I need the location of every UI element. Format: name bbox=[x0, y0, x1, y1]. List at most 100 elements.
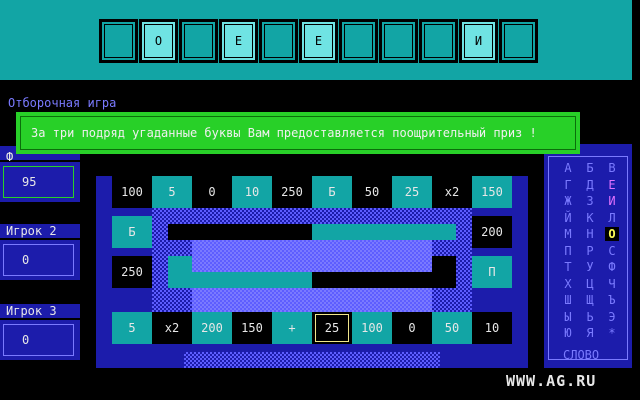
word-tile: О bbox=[139, 19, 178, 63]
word-tile bbox=[419, 19, 458, 63]
word-tile bbox=[339, 19, 378, 63]
letter-key[interactable]: Б bbox=[583, 161, 597, 175]
word-tile bbox=[499, 19, 538, 63]
letter-key[interactable]: Й bbox=[561, 211, 575, 225]
sector-top-value: x2 bbox=[444, 185, 460, 199]
letter-key[interactable]: Ф bbox=[605, 260, 619, 274]
letter-key[interactable]: Н bbox=[583, 227, 597, 241]
letter-key[interactable]: Г bbox=[561, 178, 575, 192]
letter-key[interactable]: Ш bbox=[561, 293, 575, 307]
letter-key[interactable]: Е bbox=[605, 178, 619, 192]
board-slot-f bbox=[168, 272, 312, 288]
player1-score-box: 95 bbox=[0, 162, 80, 202]
letter-key[interactable]: К bbox=[583, 211, 597, 225]
word-option[interactable]: СЛОВО bbox=[563, 348, 599, 362]
sector-bottom-value: 5 bbox=[128, 321, 136, 335]
sector-bottom-value: 100 bbox=[361, 321, 383, 335]
selected-sector-frame bbox=[315, 314, 349, 342]
letter-key[interactable]: А bbox=[561, 161, 575, 175]
sector-right: 200 bbox=[472, 216, 512, 248]
alphabet-grid: А Б В Г Д Е Ж З И Й К Л М Н О П Р С Т У Ф Х Ц Ч Ш Щ Ъ Ы Ь Э Ю Я * СЛОВО bbox=[548, 156, 628, 362]
letter-key[interactable]: Ю bbox=[561, 326, 575, 340]
sector-right-value: П bbox=[488, 265, 496, 279]
sector-top: 25 bbox=[392, 176, 432, 208]
sector-bottom: 150 bbox=[232, 312, 272, 344]
sector-top: 100 bbox=[112, 176, 152, 208]
watermark: WWW.AG.RU bbox=[506, 372, 597, 390]
sector-top-value: 0 bbox=[208, 185, 216, 199]
sector-top: 0 bbox=[192, 176, 232, 208]
sector-left-value: Б bbox=[128, 225, 136, 239]
player2-score: 0 bbox=[3, 244, 74, 276]
sector-top-value: 5 bbox=[168, 185, 176, 199]
letter-key[interactable]: П bbox=[561, 244, 575, 258]
letter-key[interactable]: Ч bbox=[605, 277, 619, 291]
letter-key[interactable]: С bbox=[605, 244, 619, 258]
sector-left: 250 bbox=[112, 256, 152, 288]
sector-bottom-value: x2 bbox=[164, 321, 180, 335]
letter-key[interactable]: И bbox=[605, 194, 619, 208]
sector-bottom: 25 bbox=[312, 312, 352, 344]
sector-left-value: 250 bbox=[121, 265, 143, 279]
letter-key[interactable]: Х bbox=[561, 277, 575, 291]
player3-score-box: 0 bbox=[0, 320, 80, 360]
letter-key[interactable]: Ц bbox=[583, 277, 597, 291]
board-slot-a bbox=[168, 224, 312, 240]
letter-key[interactable]: * bbox=[605, 326, 619, 340]
letter-key[interactable]: У bbox=[583, 260, 597, 274]
word-tile: Е bbox=[299, 19, 338, 63]
player3-label: Игрок 3 bbox=[0, 304, 80, 318]
player3-score: 0 bbox=[3, 324, 74, 356]
sector-right-value: 200 bbox=[481, 225, 503, 239]
sector-top-value: 10 bbox=[244, 185, 260, 199]
letter-key[interactable]: В bbox=[605, 161, 619, 175]
word-tile: И bbox=[459, 19, 498, 63]
sector-top: 5 bbox=[152, 176, 192, 208]
board-top-strip bbox=[184, 208, 440, 224]
word-tile bbox=[259, 19, 298, 63]
player2-score-box: 0 bbox=[0, 240, 80, 280]
message-banner: За три подряд угаданные буквы Вам предос… bbox=[16, 112, 580, 154]
sector-top: 50 bbox=[352, 176, 392, 208]
word-tile bbox=[379, 19, 418, 63]
letter-key[interactable]: М bbox=[561, 227, 575, 241]
sector-right: П bbox=[472, 256, 512, 288]
sector-bottom: 0 bbox=[392, 312, 432, 344]
letter-key[interactable]: Т bbox=[561, 260, 575, 274]
sector-bottom: 50 bbox=[432, 312, 472, 344]
sector-top-value: 50 bbox=[364, 185, 380, 199]
letter-key[interactable]: Ь bbox=[583, 310, 597, 324]
message-text: За три подряд угаданные буквы Вам предос… bbox=[20, 116, 576, 150]
word-tile bbox=[179, 19, 218, 63]
sector-top-value: 25 bbox=[404, 185, 420, 199]
wheel-board: 100 5 0 10 250 Б 50 25 x2 150 5 x2 200 150 +25 100 0 50 10… bbox=[96, 176, 528, 368]
sector-bottom-value: 10 bbox=[484, 321, 500, 335]
letter-key[interactable]: Ж bbox=[561, 194, 575, 208]
sector-bottom: 100 bbox=[352, 312, 392, 344]
letter-key[interactable]: Щ bbox=[583, 293, 597, 307]
letter-key[interactable]: Ъ bbox=[605, 293, 619, 307]
word-tile bbox=[99, 19, 138, 63]
sector-bottom-value: 50 bbox=[444, 321, 460, 335]
sector-top-value: Б bbox=[328, 185, 336, 199]
word-tile: Е bbox=[219, 19, 258, 63]
sector-top-value: 100 bbox=[121, 185, 143, 199]
board-slot-e bbox=[312, 272, 456, 288]
sector-top-value: 150 bbox=[481, 185, 503, 199]
sector-top: 10 bbox=[232, 176, 272, 208]
letter-key[interactable]: Д bbox=[583, 178, 597, 192]
sector-bottom: 200 bbox=[192, 312, 232, 344]
board-bottom-strip bbox=[184, 352, 440, 368]
letter-key[interactable]: З bbox=[583, 194, 597, 208]
letter-key[interactable]: Э bbox=[605, 310, 619, 324]
letter-key[interactable]: Ы bbox=[561, 310, 575, 324]
letter-key[interactable]: Я bbox=[583, 326, 597, 340]
letter-key[interactable]: Л bbox=[605, 211, 619, 225]
letter-key[interactable]: О bbox=[605, 227, 619, 241]
sector-top: 150 bbox=[472, 176, 512, 208]
sector-bottom-value: 150 bbox=[241, 321, 263, 335]
board-slot-d bbox=[432, 256, 456, 272]
sector-bottom-value: 200 bbox=[201, 321, 223, 335]
sector-top-value: 250 bbox=[281, 185, 303, 199]
letter-key[interactable]: Р bbox=[583, 244, 597, 258]
